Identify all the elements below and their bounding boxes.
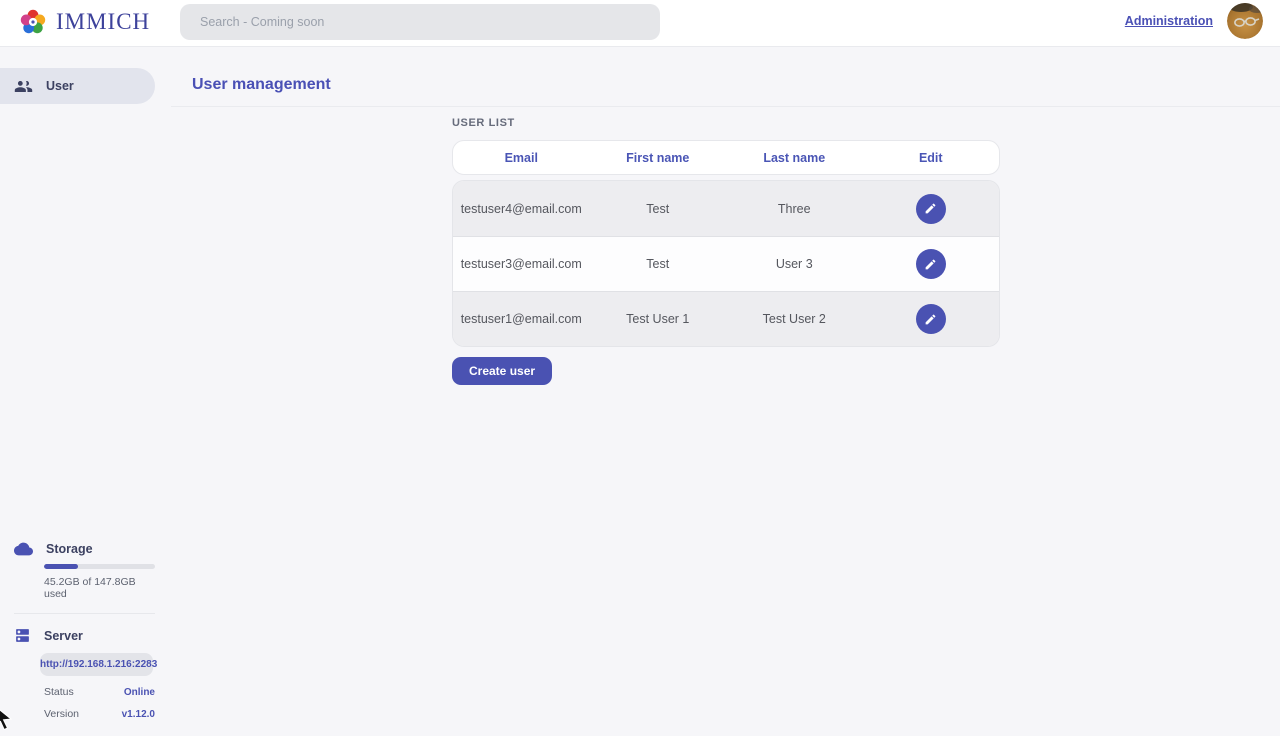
version-value: v1.12.0 <box>122 709 155 720</box>
status-label: Status <box>44 686 74 698</box>
immich-flower-icon <box>19 8 47 36</box>
user-email: testuser3@email.com <box>453 257 590 271</box>
administration-link[interactable]: Administration <box>1125 14 1213 28</box>
storage-header: Storage <box>14 542 155 556</box>
server-title: Server <box>44 629 83 643</box>
sidebar-footer: Storage 45.2GB of 147.8GB used Server ht… <box>0 542 170 720</box>
pencil-icon <box>924 202 937 215</box>
server-version-row: Version v1.12.0 <box>44 708 155 720</box>
user-table-header: Email First name Last name Edit <box>452 140 1000 175</box>
user-list-label: USER LIST <box>452 117 515 129</box>
user-email: testuser4@email.com <box>453 202 590 216</box>
sidebar-item-user[interactable]: User <box>0 68 155 104</box>
column-header-email: Email <box>453 151 590 165</box>
user-first-name: Test <box>590 202 727 216</box>
table-row: testuser3@email.com Test User 3 <box>453 236 999 291</box>
storage-title: Storage <box>46 542 93 556</box>
user-last-name: Three <box>726 202 863 216</box>
immich-logo[interactable]: IMMICH <box>19 8 150 36</box>
edit-user-button[interactable] <box>916 249 946 279</box>
brand-name: IMMICH <box>56 9 150 35</box>
edit-user-button[interactable] <box>916 304 946 334</box>
create-user-button[interactable]: Create user <box>452 357 552 385</box>
pencil-icon <box>924 313 937 326</box>
user-avatar[interactable] <box>1227 3 1263 39</box>
column-header-first-name: First name <box>590 151 727 165</box>
title-divider <box>171 106 1280 107</box>
server-icon <box>14 627 31 644</box>
storage-progress-bar <box>44 564 155 569</box>
server-header: Server <box>14 627 155 644</box>
search-input[interactable] <box>180 4 660 40</box>
storage-progress-fill <box>44 564 78 569</box>
top-bar: IMMICH Administration <box>0 0 1280 47</box>
column-header-last-name: Last name <box>726 151 863 165</box>
column-header-edit: Edit <box>863 151 1000 165</box>
table-row: testuser4@email.com Test Three <box>453 181 999 236</box>
storage-usage-text: 45.2GB of 147.8GB used <box>44 576 155 600</box>
user-table: testuser4@email.com Test Three testuser3… <box>452 180 1000 347</box>
user-first-name: Test User 1 <box>590 312 727 326</box>
user-last-name: User 3 <box>726 257 863 271</box>
user-email: testuser1@email.com <box>453 312 590 326</box>
user-last-name: Test User 2 <box>726 312 863 326</box>
sidebar-divider <box>14 613 155 614</box>
sidebar-item-label: User <box>46 79 74 93</box>
page-title: User management <box>192 76 331 94</box>
user-first-name: Test <box>590 257 727 271</box>
users-icon <box>14 77 33 96</box>
edit-user-button[interactable] <box>916 194 946 224</box>
table-row: testuser1@email.com Test User 1 Test Use… <box>453 291 999 346</box>
pencil-icon <box>924 258 937 271</box>
server-url-badge: http://192.168.1.216:2283 <box>40 653 153 676</box>
cloud-icon <box>14 542 33 556</box>
server-status-row: Status Online <box>44 686 155 698</box>
version-label: Version <box>44 708 79 720</box>
status-value: Online <box>124 687 155 698</box>
